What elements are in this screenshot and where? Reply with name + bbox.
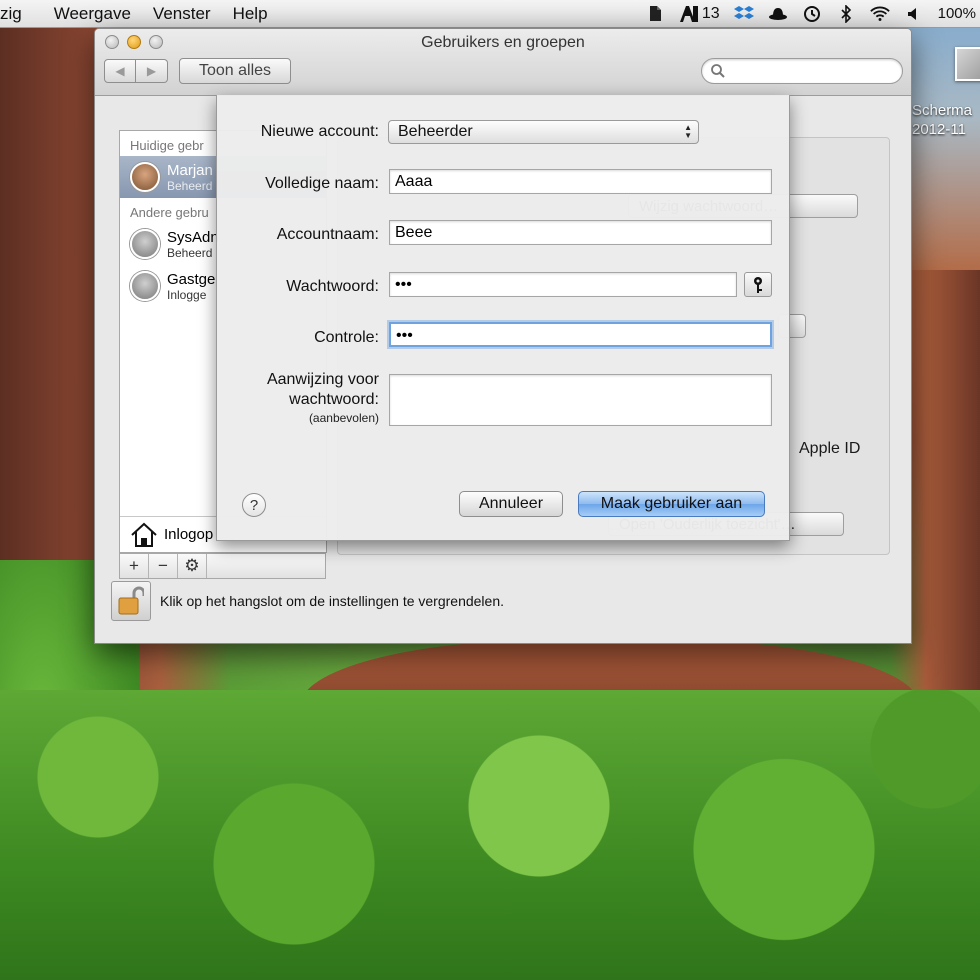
volume-icon[interactable]: [904, 4, 924, 24]
password-assistant-button[interactable]: [744, 272, 772, 297]
menu-venster[interactable]: Venster: [142, 4, 222, 24]
avatar: [130, 229, 160, 259]
dropbox-icon[interactable]: [733, 4, 754, 24]
nav-buttons: ◀ ▶: [104, 59, 168, 83]
gear-icon[interactable]: ⚙: [178, 554, 207, 578]
hint-label-sub: (aanbevolen): [308, 411, 379, 425]
adobe-badge: 13: [701, 4, 720, 22]
hint-label-line2: wachtwoord:: [289, 391, 379, 408]
title-bar: Gebruikers en groepen ◀ ▶ Toon alles: [95, 29, 911, 96]
tools-filler: [207, 554, 325, 578]
password-label: Wachtwoord:: [286, 278, 379, 295]
window-title: Gebruikers en groepen: [421, 34, 585, 51]
user-name: Marjan: [167, 161, 213, 179]
user-role: Beheerd: [167, 178, 213, 193]
desktop-file-date: 2012-11: [912, 121, 966, 138]
status-area: 13 100%: [645, 4, 980, 24]
hat-icon[interactable]: [768, 4, 788, 24]
key-icon: [754, 276, 762, 293]
lock-button[interactable]: [111, 581, 151, 621]
new-account-label: Nieuwe account:: [260, 123, 379, 140]
user-role: Beheerd: [167, 245, 213, 260]
verify-field[interactable]: •••: [389, 322, 772, 347]
menu-left: zig Weergave Venster Help: [0, 4, 279, 24]
login-options-label: Inlogop: [164, 526, 214, 543]
account-type-value: Beheerder: [398, 123, 473, 140]
menu-wijzig[interactable]: zig: [0, 4, 43, 24]
password-field[interactable]: •••: [389, 272, 737, 297]
sheet-help-button[interactable]: ?: [242, 493, 266, 517]
lock-text: Klik op het hangslot om de instellingen …: [160, 593, 504, 609]
time-machine-icon[interactable]: [802, 4, 822, 24]
avatar: [130, 271, 160, 301]
desktop-file-icon[interactable]: [955, 47, 980, 81]
fullname-label: Volledige naam:: [265, 175, 379, 192]
account-type-popup[interactable]: Beheerder ▲ ▼: [388, 120, 699, 144]
user-name: SysAdn: [167, 228, 219, 246]
fullname-field[interactable]: Aaaa: [389, 169, 772, 194]
desktop-file-name: Scherma: [912, 102, 973, 119]
menu-help[interactable]: Help: [222, 4, 279, 24]
forward-button[interactable]: ▶: [136, 59, 168, 83]
new-account-sheet: Nieuwe account: Beheerder ▲ ▼ Volledige n…: [216, 95, 790, 541]
hint-field[interactable]: [389, 374, 772, 426]
evernote-icon[interactable]: [645, 4, 665, 24]
avatar: [130, 162, 160, 192]
back-button[interactable]: ◀: [104, 59, 136, 83]
user-role: Inlogge: [167, 287, 207, 302]
hint-label-line1: Aanwijzing voor: [266, 371, 379, 388]
forest: [0, 690, 980, 980]
add-user-button[interactable]: +: [120, 554, 149, 578]
create-user-button[interactable]: Maak gebruiker aan: [578, 491, 765, 517]
battery-text[interactable]: 100%: [938, 5, 976, 22]
wifi-icon[interactable]: [869, 4, 890, 24]
house-icon: [131, 522, 157, 547]
adobe-icon[interactable]: 13: [679, 4, 720, 24]
account-name-label: Accountnaam:: [276, 226, 379, 243]
user-name: Gastge: [167, 270, 216, 288]
padlock-open-icon: [118, 586, 144, 615]
verify-label: Controle:: [314, 329, 379, 346]
list-tools: + − ⚙: [119, 553, 326, 579]
cancel-button[interactable]: Annuleer: [459, 491, 563, 517]
apple-id-text: Apple ID: [799, 440, 861, 457]
remove-user-button[interactable]: −: [149, 554, 178, 578]
lock-row: Klik op het hangslot om de instellingen …: [111, 581, 504, 621]
show-all-button[interactable]: Toon alles: [179, 58, 291, 84]
search-icon: [711, 64, 725, 78]
desktop-file-label[interactable]: Scherma 2012-11: [912, 101, 980, 139]
search-field[interactable]: [701, 58, 903, 84]
bluetooth-icon[interactable]: [836, 4, 856, 24]
account-name-field[interactable]: Beee: [389, 220, 772, 245]
menu-weergave[interactable]: Weergave: [43, 4, 142, 24]
menu-bar: zig Weergave Venster Help 13 100%: [0, 0, 980, 28]
popup-arrows-icon: ▲ ▼: [684, 123, 692, 140]
